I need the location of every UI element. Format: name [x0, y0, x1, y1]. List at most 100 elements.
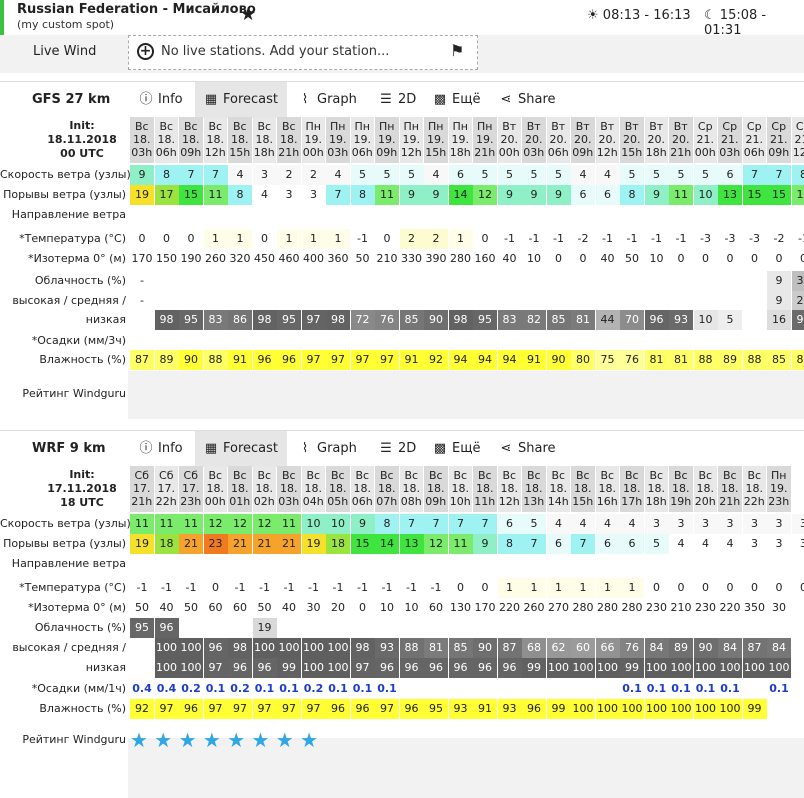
data-cell: 1 — [302, 229, 326, 249]
time-label: 03h — [130, 146, 154, 159]
tab-info[interactable]: ⓘInfo — [138, 431, 188, 467]
row-label: Влажность (%) — [0, 353, 126, 366]
time-label: 18. — [669, 482, 693, 495]
time-label: Пн — [424, 120, 448, 133]
data-cell: 7 — [326, 185, 350, 205]
row-label: Направление ветра — [0, 557, 126, 570]
data-cell — [743, 291, 767, 311]
data-cell: 11 — [669, 185, 693, 205]
data-cell: 96 — [277, 350, 301, 370]
grid-icon: ▩ — [432, 82, 448, 118]
time-column-header: Вт20.12h — [596, 117, 620, 163]
data-cell — [522, 271, 546, 291]
time-label: 17. — [155, 482, 179, 495]
time-label: Вс — [743, 469, 767, 482]
tab-share[interactable]: ⋖Share — [498, 82, 558, 118]
data-cell: 87 — [743, 638, 767, 658]
data-cell: 5 — [547, 165, 571, 185]
data-cell: 0.4 — [130, 679, 154, 699]
data-cell: 95 — [424, 699, 448, 719]
data-cell: 97 — [253, 699, 277, 719]
tab-forecast[interactable]: ▦Forecast — [195, 82, 287, 118]
tab-info[interactable]: ⓘInfo — [138, 82, 188, 118]
time-label: 09h — [179, 146, 203, 159]
time-label: Вс — [351, 469, 375, 482]
data-cell: 6 — [596, 534, 620, 554]
data-cell: 96 — [228, 658, 252, 678]
tab-graph[interactable]: ⌇Graph — [297, 431, 357, 467]
data-cell — [743, 310, 767, 330]
tab-label: Share — [518, 92, 556, 107]
data-cell: 84 — [767, 638, 791, 658]
gfs-model-block: GFS 27 kmⓘInfo▦Forecast⌇Graph☰2D▩Ещё⋖Sha… — [0, 81, 804, 419]
add-station-box[interactable]: + No live stations. Add your station... … — [128, 35, 478, 70]
data-cell: 11 — [179, 514, 203, 534]
data-cell: 97 — [204, 658, 228, 678]
data-cell: 88 — [204, 350, 228, 370]
data-cell: 96 — [522, 699, 546, 719]
data-cell: 12 — [253, 514, 277, 534]
data-cell — [204, 271, 228, 291]
tab-graph[interactable]: ⌇Graph — [297, 82, 357, 118]
data-cell: 5 — [375, 165, 399, 185]
data-cell: 99 — [522, 658, 546, 678]
time-label: Вс — [547, 469, 571, 482]
data-cell: 98 — [155, 310, 179, 330]
data-cell: 9 — [400, 185, 424, 205]
data-cell — [596, 271, 620, 291]
tab-share[interactable]: ⋖Share — [498, 431, 558, 467]
data-cell: - — [130, 271, 154, 291]
time-column-header: Вт20.03h — [522, 117, 546, 163]
data-cell: 4 — [571, 514, 595, 534]
init-line: Init: — [69, 468, 94, 481]
time-label: Вс — [326, 469, 350, 482]
data-cell: 87 — [130, 350, 154, 370]
data-cell: -1 — [253, 578, 277, 598]
tab-forecast[interactable]: ▦Forecast — [195, 431, 287, 467]
time-column-header: Пн19.03h — [326, 117, 350, 163]
favorite-star-icon[interactable]: ★ — [240, 4, 256, 25]
time-label: Вт — [669, 120, 693, 133]
data-cell: -1 — [547, 229, 571, 249]
data-cell: 3 — [694, 514, 718, 534]
data-cell: 40 — [277, 598, 301, 618]
time-column-header: Вс18.21h — [277, 117, 301, 163]
time-label: 18. — [522, 482, 546, 495]
time-label: 18h — [449, 146, 473, 159]
data-cell: 1 — [277, 229, 301, 249]
time-label: 06h — [351, 495, 375, 508]
data-cell — [228, 618, 252, 638]
time-label: 12h — [792, 146, 804, 159]
tab-more[interactable]: ▩Ещё — [432, 431, 482, 467]
data-cell: -1 — [228, 578, 252, 598]
data-cell: 0.2 — [179, 679, 203, 699]
data-cell: 7 — [424, 514, 448, 534]
data-cell: 0 — [473, 229, 497, 249]
data-cell: 100 — [326, 658, 350, 678]
tab-more[interactable]: ▩Ещё — [432, 82, 482, 118]
time-label: Сб — [130, 469, 154, 482]
data-cell: -1 — [351, 578, 375, 598]
data-cell: 0.1 — [375, 679, 399, 699]
time-label: Ср — [718, 120, 742, 133]
data-cell: 0 — [743, 249, 767, 269]
data-cell: 2 — [302, 165, 326, 185]
time-label: 18. — [571, 482, 595, 495]
tab-2d[interactable]: ☰2D — [378, 431, 418, 467]
rating-star-icon: ★ — [276, 728, 294, 752]
data-cell: -1 — [302, 578, 326, 598]
time-column-header: Вс18.21h — [718, 466, 742, 512]
data-cell: 84 — [718, 638, 742, 658]
data-cell — [498, 291, 522, 311]
data-cell: 98 — [449, 310, 473, 330]
tab-label: Forecast — [223, 92, 278, 107]
tab-2d[interactable]: ☰2D — [378, 82, 418, 118]
time-column-header: Вс18.14h — [547, 466, 571, 512]
time-label: 18. — [424, 482, 448, 495]
time-column-header: Вс18.17h — [620, 466, 644, 512]
init-info: Init:18.11.201800 UTC — [0, 119, 128, 165]
data-cell: 76 — [620, 638, 644, 658]
time-label: 18. — [253, 133, 277, 146]
data-cell: 14 — [449, 185, 473, 205]
data-cell: 5 — [645, 534, 669, 554]
